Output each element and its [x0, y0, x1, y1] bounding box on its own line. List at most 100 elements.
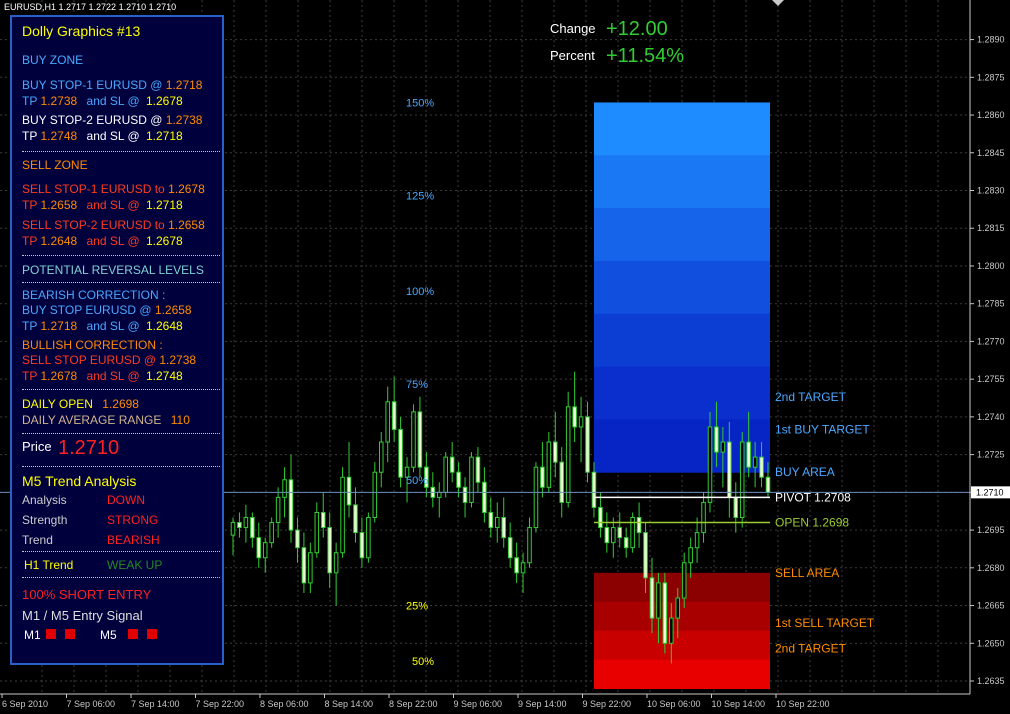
candle-bear	[559, 461, 565, 503]
reversal-heading: POTENTIAL REVERSAL LEVELS	[22, 263, 204, 277]
candle-bear	[359, 532, 365, 559]
sl-value: 1.2748	[145, 369, 183, 383]
x-tick-label: 10 Sep 14:00	[712, 699, 766, 709]
daily-range-value: 110	[170, 413, 190, 427]
candle-bear	[643, 532, 648, 579]
y-tick-label: 1.2680	[977, 563, 1005, 573]
daily-range-line: DAILY AVERAGE RANGE 110	[22, 413, 190, 427]
x-tick-label: 8 Sep 06:00	[260, 699, 309, 709]
buy-stop-1-tp-line: TP 1.2738 and SL @ 1.2678	[22, 94, 183, 108]
candle-bear	[636, 517, 642, 534]
x-tick-label: 9 Sep 22:00	[583, 699, 632, 709]
buy-zone-band	[594, 155, 770, 209]
sell-stop-2-price: 1.2658	[168, 218, 205, 232]
candle-bear	[649, 577, 655, 619]
current-price-label: 1.2710	[976, 487, 1004, 497]
sell-stop-2-text: SELL STOP-2 EURUSD to	[22, 218, 165, 232]
price-value: 1.2710	[58, 437, 120, 459]
sell-stop-1-line: SELL STOP-1 EURUSD to 1.2678	[22, 182, 205, 196]
y-tick-label: 1.2755	[977, 374, 1005, 384]
separator	[22, 433, 220, 434]
candle-bear	[501, 517, 506, 539]
percent-label: Percent	[550, 48, 595, 63]
tp-value: 1.2658	[40, 198, 78, 212]
sell-stop-1-price: 1.2678	[168, 182, 205, 196]
candle-bear	[449, 456, 455, 473]
bearish-tp-line: TP 1.2718 and SL @ 1.2648	[22, 319, 183, 333]
candle-bear	[765, 476, 771, 493]
candle-bear	[507, 537, 513, 559]
candle-bear	[623, 537, 629, 549]
candle-bull	[656, 582, 661, 619]
trend-value: BEARISH	[107, 533, 160, 547]
candle-bear	[514, 557, 519, 574]
sell-zone-band	[594, 630, 770, 661]
tp-value: 1.2718	[40, 319, 78, 333]
candle-bull	[527, 527, 532, 564]
candle-bull	[681, 562, 687, 599]
analysis-value: DOWN	[107, 493, 145, 507]
sl-value: 1.2718	[145, 198, 183, 212]
y-tick-label: 1.2635	[977, 676, 1005, 686]
candle-bear	[456, 471, 461, 488]
separator	[22, 577, 220, 578]
x-tick-label: 9 Sep 14:00	[518, 699, 567, 709]
x-tick-label: 10 Sep 06:00	[647, 699, 701, 709]
candle-bull	[675, 597, 681, 619]
candle-bear	[301, 547, 307, 584]
candle-bear	[346, 476, 352, 506]
candle-bull	[546, 441, 552, 488]
candle-bull	[282, 479, 287, 498]
y-tick-label: 1.2785	[977, 299, 1005, 309]
y-tick-label: 1.2890	[977, 35, 1005, 45]
separator	[22, 389, 220, 390]
separator	[22, 551, 220, 552]
scroll-marker-icon	[772, 0, 784, 6]
separator	[22, 466, 220, 467]
y-tick-label: 1.2725	[977, 450, 1005, 460]
bearish-order-line: BUY STOP EURUSD @ 1.2658	[22, 303, 192, 317]
tp-value: 1.2648	[40, 234, 78, 248]
level-label: 2nd TARGET	[775, 390, 847, 404]
x-tick-label: 7 Sep 06:00	[67, 699, 116, 709]
candle-bear	[488, 511, 494, 529]
candle-bull	[565, 406, 571, 503]
sell-stop-2-tp-line: TP 1.2648 and SL @ 1.2678	[22, 234, 183, 248]
tp-value: 1.2748	[40, 129, 78, 143]
level-label: 1st BUY TARGET	[775, 422, 870, 436]
sl-label: and SL @	[86, 369, 140, 383]
m1-signal-box-1	[46, 629, 56, 639]
separator	[22, 282, 220, 283]
h1-trend-label: H1 Trend	[24, 558, 74, 572]
candle-bull	[694, 532, 700, 549]
bullish-correction-heading: BULLISH CORRECTION :	[22, 338, 163, 352]
bearish-order-price: 1.2658	[154, 303, 192, 317]
buy-stop-2-price: 1.2738	[165, 113, 203, 127]
y-tick-label: 1.2830	[977, 186, 1005, 196]
candle-bull	[372, 471, 378, 519]
fib-label: 150%	[406, 97, 434, 109]
candle-bull	[385, 401, 390, 443]
y-tick-label: 1.2740	[977, 412, 1005, 422]
candle-bull	[469, 456, 474, 503]
candle-bull	[533, 466, 539, 529]
x-tick-label: 8 Sep 22:00	[389, 699, 438, 709]
candle-bull	[230, 522, 236, 536]
candle-bear	[733, 496, 739, 518]
percent-value: +11.54%	[606, 45, 685, 67]
candle-bull	[243, 517, 249, 529]
level-label: BUY AREA	[775, 465, 835, 479]
buy-zone-heading: BUY ZONE	[22, 53, 84, 67]
candle-bull	[314, 511, 320, 554]
buy-zone-band	[594, 313, 770, 368]
buy-zone-band	[594, 208, 770, 262]
tp-label: TP	[22, 234, 38, 248]
candle-bull	[269, 522, 274, 544]
candle-bear	[398, 428, 403, 478]
candle-bull	[739, 441, 745, 518]
m5-signal-box-1	[128, 629, 138, 639]
sl-value: 1.2678	[145, 234, 183, 248]
x-tick-label: 8 Sep 14:00	[325, 699, 374, 709]
candle-bull	[366, 517, 371, 559]
candle-bear	[250, 517, 255, 539]
